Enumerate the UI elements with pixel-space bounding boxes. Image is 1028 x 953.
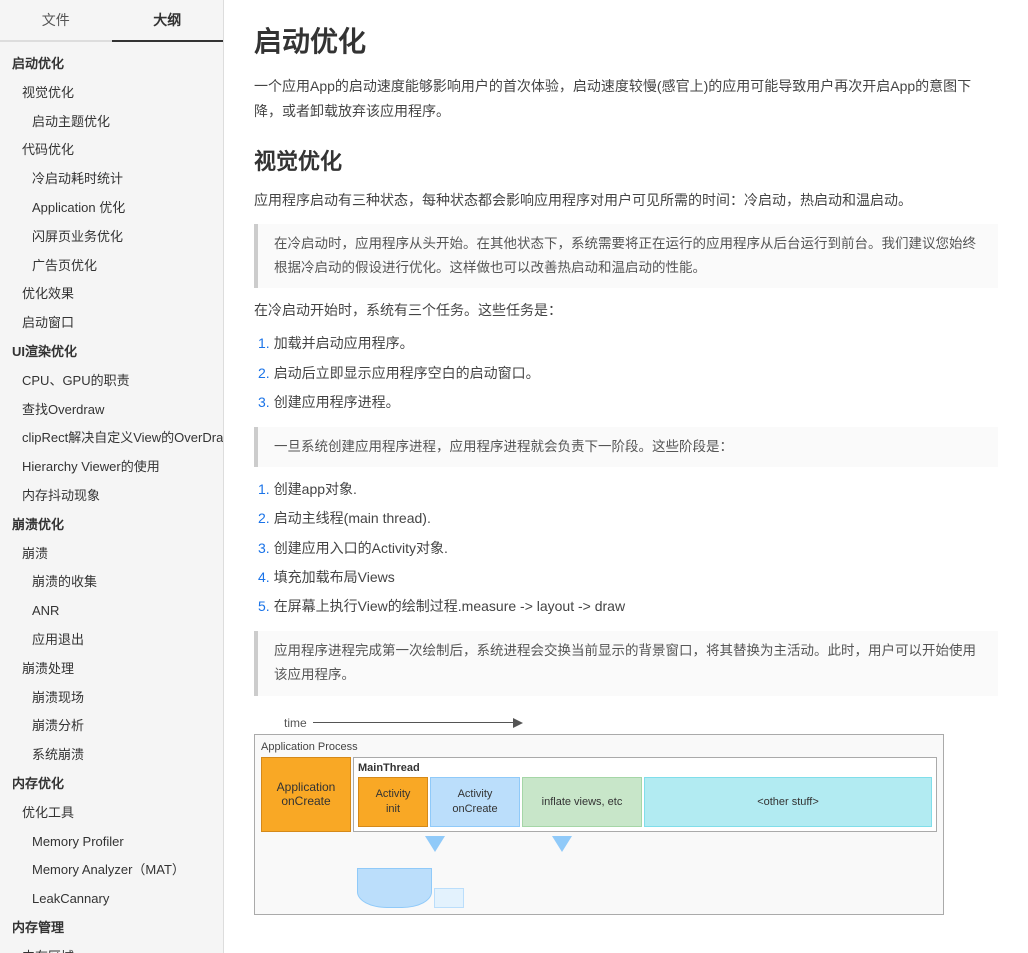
sidebar-item[interactable]: 代码优化: [0, 136, 223, 165]
blockquote3: 应用程序进程完成第一次绘制后，系统进程会交换当前显示的背景窗口，将其替换为主活动…: [254, 631, 998, 696]
list-item: 4.填充加载布局Views: [254, 565, 998, 590]
sidebar-item[interactable]: 崩溃: [0, 540, 223, 569]
sidebar-item[interactable]: 内存优化: [0, 770, 223, 799]
sidebar-item[interactable]: 崩溃优化: [0, 511, 223, 540]
sidebar-item[interactable]: 启动优化: [0, 50, 223, 79]
sidebar-item[interactable]: LeakCannary: [0, 885, 223, 914]
blockquote1-text: 在冷启动时，应用程序从头开始。在其他状态下，系统需要将正在运行的应用程序从后台运…: [274, 236, 976, 275]
stages-list: 1.创建app对象. 2.启动主线程(main thread). 3.创建应用入…: [254, 477, 998, 619]
sidebar-item[interactable]: 优化工具: [0, 799, 223, 828]
other-stuff-block: <other stuff>: [644, 777, 932, 827]
diagram-inner-row: Application onCreate MainThread Activity…: [261, 757, 937, 832]
sidebar-tabs: 文件 大纲: [0, 0, 223, 42]
page-title: 启动优化: [254, 20, 998, 60]
sidebar-item[interactable]: 广告页优化: [0, 252, 223, 281]
sidebar-item[interactable]: 内存管理: [0, 914, 223, 943]
list-item: 5.在屏幕上执行View的绘制过程.measure -> layout -> d…: [254, 594, 998, 619]
intro-text: 一个应用App的启动速度能够影响用户的首次体验，启动速度较慢(感官上)的应用可能…: [254, 74, 998, 124]
sidebar-item[interactable]: Memory Profiler: [0, 828, 223, 857]
sidebar-item[interactable]: ANR: [0, 597, 223, 626]
sidebar-item[interactable]: 内存抖动现象: [0, 482, 223, 511]
blockquote2-text: 一旦系统创建应用程序进程，应用程序进程就会负责下一阶段。这些阶段是：: [274, 439, 733, 454]
list-item: 1.加载并启动应用程序。: [254, 331, 998, 356]
main-thread-box: MainThread Activityinit ActivityonCreate…: [353, 757, 937, 832]
startup-diagram: time Application Process Application onC…: [254, 716, 998, 915]
sidebar-nav: 启动优化视觉优化启动主题优化代码优化冷启动耗时统计Application 优化闪…: [0, 42, 223, 953]
inflate-block: inflate views, etc: [522, 777, 642, 827]
sidebar-item[interactable]: 崩溃现场: [0, 684, 223, 713]
wave-block-2: [434, 888, 464, 908]
blockquote1: 在冷启动时，应用程序从头开始。在其他状态下，系统需要将正在运行的应用程序从后台运…: [254, 224, 998, 289]
process-label: Application Process: [261, 741, 937, 753]
triangle-2: [552, 836, 572, 852]
triangle-row: [357, 836, 937, 866]
time-text: time: [284, 716, 307, 730]
sidebar: 文件 大纲 启动优化视觉优化启动主题优化代码优化冷启动耗时统计Applicati…: [0, 0, 224, 953]
sidebar-item[interactable]: Hierarchy Viewer的使用: [0, 453, 223, 482]
tasks-intro: 在冷启动开始时，系统有三个任务。这些任务是：: [254, 298, 998, 323]
other-stuff-text: <other stuff>: [757, 795, 819, 809]
inflate-text: inflate views, etc: [542, 795, 623, 809]
sidebar-item[interactable]: 查找Overdraw: [0, 396, 223, 425]
triangle-1: [425, 836, 445, 852]
tab-outline[interactable]: 大纲: [112, 0, 224, 42]
app-oncreate-line2: onCreate: [281, 794, 330, 808]
sidebar-item[interactable]: 应用退出: [0, 626, 223, 655]
thread-blocks-row: Activityinit ActivityonCreate inflate vi…: [358, 777, 932, 827]
tab-file[interactable]: 文件: [0, 0, 112, 40]
list-item: 1.创建app对象.: [254, 477, 998, 502]
blockquote3-text: 应用程序进程完成第一次绘制后，系统进程会交换当前显示的背景窗口，将其替换为主活动…: [274, 643, 976, 682]
sidebar-item[interactable]: UI渲染优化: [0, 338, 223, 367]
time-label: time: [284, 716, 998, 730]
activity-init-block: Activityinit: [358, 777, 428, 827]
app-oncreate-box: Application onCreate: [261, 757, 351, 832]
sidebar-item[interactable]: Memory Analyzer（MAT）: [0, 856, 223, 885]
main-thread-label: MainThread: [358, 762, 932, 774]
section1-intro: 应用程序启动有三种状态，每种状态都会影响应用程序对用户可见所需的时间：冷启动，热…: [254, 188, 998, 213]
wave-row: [357, 868, 937, 908]
wave-block-1: [357, 868, 432, 908]
sidebar-item[interactable]: clipRect解决自定义View的OverDraw: [0, 424, 223, 453]
list-item: 2.启动后立即显示应用程序空白的启动窗口。: [254, 361, 998, 386]
tasks-list: 1.加载并启动应用程序。 2.启动后立即显示应用程序空白的启动窗口。 3.创建应…: [254, 331, 998, 415]
list-item: 3.创建应用程序进程。: [254, 390, 998, 415]
app-oncreate-line1: Application: [277, 780, 336, 794]
sidebar-item[interactable]: 崩溃处理: [0, 655, 223, 684]
sidebar-item[interactable]: 崩溃的收集: [0, 568, 223, 597]
sidebar-item[interactable]: 崩溃分析: [0, 712, 223, 741]
activity-oncreate-block: ActivityonCreate: [430, 777, 520, 827]
sidebar-item[interactable]: Application 优化: [0, 194, 223, 223]
sidebar-item[interactable]: 优化效果: [0, 280, 223, 309]
sidebar-item[interactable]: CPU、GPU的职责: [0, 367, 223, 396]
activity-oncreate-text: ActivityonCreate: [452, 787, 497, 816]
sidebar-item[interactable]: 闪屏页业务优化: [0, 223, 223, 252]
sidebar-item[interactable]: 系统崩溃: [0, 741, 223, 770]
sidebar-item[interactable]: 启动窗口: [0, 309, 223, 338]
blockquote2: 一旦系统创建应用程序进程，应用程序进程就会负责下一阶段。这些阶段是：: [254, 427, 998, 467]
sidebar-item[interactable]: 启动主题优化: [0, 108, 223, 137]
section1-title: 视觉优化: [254, 144, 998, 176]
sidebar-item[interactable]: 视觉优化: [0, 79, 223, 108]
sidebar-item[interactable]: 内存区域: [0, 943, 223, 953]
sidebar-item[interactable]: 冷启动耗时统计: [0, 165, 223, 194]
main-content: 启动优化 一个应用App的启动速度能够影响用户的首次体验，启动速度较慢(感官上)…: [224, 0, 1028, 953]
activity-init-text: Activityinit: [376, 787, 411, 816]
list-item: 2.启动主线程(main thread).: [254, 506, 998, 531]
list-item: 3.创建应用入口的Activity对象.: [254, 536, 998, 561]
